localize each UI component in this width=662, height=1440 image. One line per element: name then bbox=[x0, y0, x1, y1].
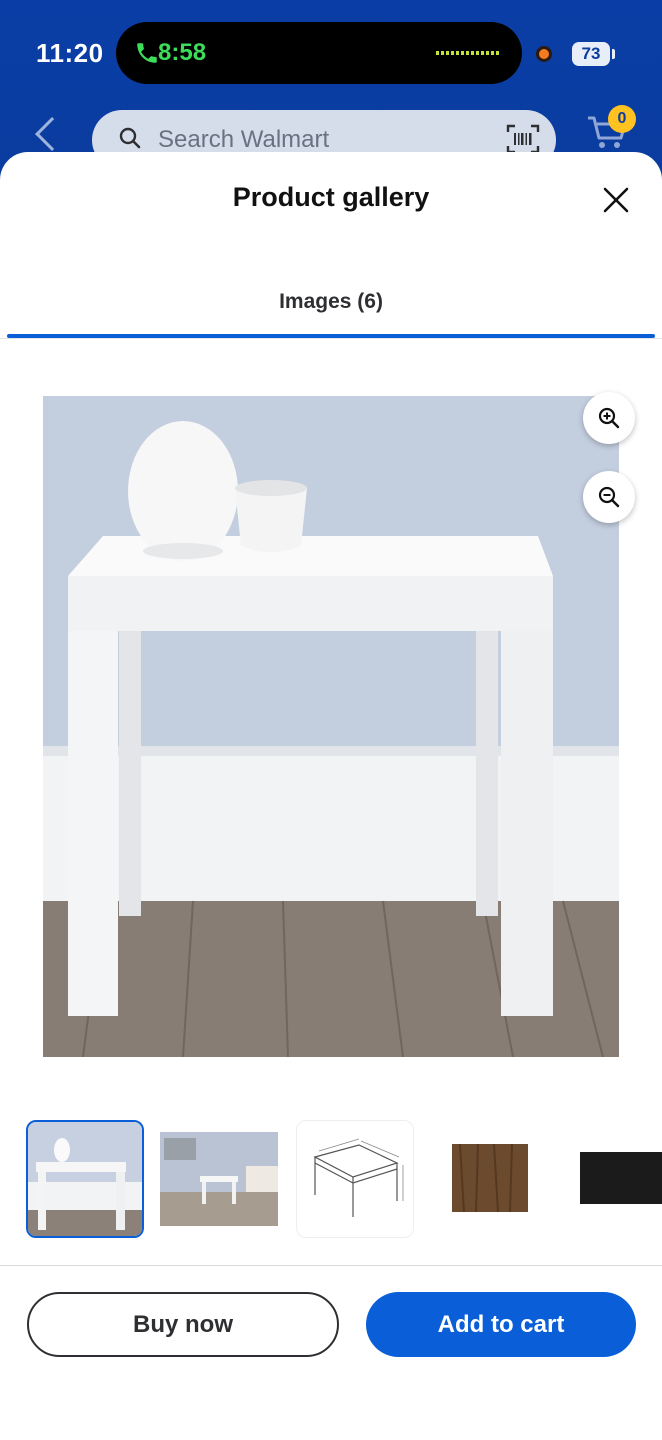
main-product-image[interactable] bbox=[43, 396, 619, 1057]
product-gallery-sheet: Product gallery Images (6) Buy now Add t… bbox=[0, 152, 662, 1440]
dynamic-island[interactable]: 8:58 bbox=[116, 22, 522, 84]
zoom-out-icon bbox=[598, 486, 620, 508]
call-duration: 8:58 bbox=[158, 39, 207, 66]
battery-indicator: 73 bbox=[572, 42, 610, 66]
thumbnail-walnut-swatch[interactable] bbox=[430, 1120, 548, 1238]
tab-divider bbox=[0, 338, 662, 339]
thumbnail-table-in-bedroom[interactable] bbox=[160, 1120, 278, 1238]
status-time: 11:20 bbox=[36, 38, 104, 68]
add-to-cart-button[interactable]: Add to cart bbox=[366, 1292, 636, 1357]
phone-icon bbox=[137, 43, 157, 63]
zoom-out-button[interactable] bbox=[583, 471, 635, 523]
privacy-indicator bbox=[536, 46, 552, 62]
battery-tip bbox=[612, 49, 615, 59]
sheet-title: Product gallery bbox=[232, 182, 430, 212]
action-bar-divider bbox=[0, 1265, 662, 1266]
search-icon bbox=[119, 127, 141, 149]
tab-images[interactable]: Images (6) bbox=[0, 290, 662, 314]
zoom-in-icon bbox=[598, 407, 620, 429]
thumbnail-black-swatch[interactable] bbox=[566, 1120, 662, 1238]
zoom-in-button[interactable] bbox=[583, 392, 635, 444]
search-placeholder: Search Walmart bbox=[158, 126, 330, 153]
buy-now-button[interactable]: Buy now bbox=[27, 1292, 339, 1357]
cart-count-badge: 0 bbox=[608, 105, 636, 133]
close-icon[interactable] bbox=[598, 182, 634, 218]
audio-wave-icon bbox=[436, 51, 500, 55]
thumbnail-white-end-table[interactable] bbox=[26, 1120, 144, 1238]
barcode-scan-icon[interactable] bbox=[506, 124, 540, 154]
thumbnail-strip[interactable] bbox=[0, 1120, 662, 1240]
thumbnail-dimension-drawing[interactable] bbox=[296, 1120, 414, 1238]
